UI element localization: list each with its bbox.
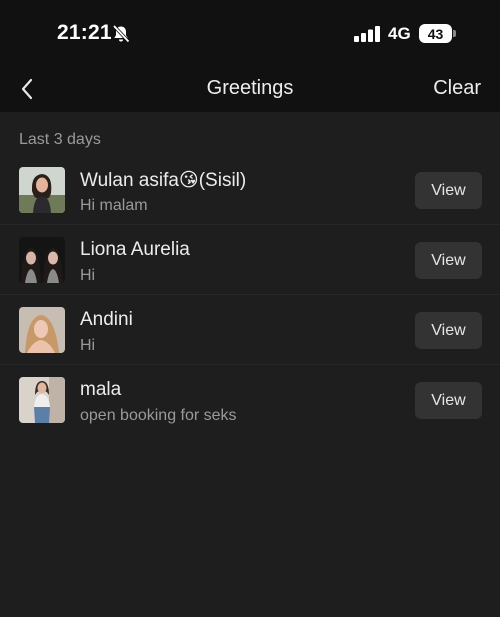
battery-level: 43 (419, 24, 452, 43)
sender-name: Wulan asifa😘(Sisil) (80, 170, 247, 191)
sender-name: Andini (80, 309, 133, 330)
battery-icon: 43 (419, 24, 457, 43)
clear-button[interactable]: Clear (433, 77, 481, 100)
battery-tip (453, 30, 456, 37)
message-preview: Hi malam (80, 197, 148, 214)
message-preview: Hi (80, 267, 96, 284)
message-preview: open booking for seks (80, 407, 237, 424)
sender-name: mala (80, 379, 122, 400)
nav-bar: Greetings Clear (0, 66, 500, 112)
sender-name: Liona Aurelia (80, 239, 190, 260)
view-button[interactable]: View (415, 382, 482, 419)
section-header: Last 3 days (19, 131, 101, 148)
page-title: Greetings (206, 77, 294, 99)
list-item[interactable]: Liona Aurelia Hi View (0, 225, 500, 295)
view-button[interactable]: View (415, 172, 482, 209)
status-time: 21:21 (57, 21, 112, 44)
avatar[interactable] (19, 307, 65, 353)
avatar[interactable] (19, 377, 65, 423)
greetings-list: Wulan asifa😘(Sisil) Hi malam View Liona … (0, 155, 500, 435)
bell-off-icon (112, 24, 130, 43)
avatar[interactable] (19, 167, 65, 213)
list-item[interactable]: Wulan asifa😘(Sisil) Hi malam View (0, 155, 500, 225)
list-item[interactable]: Andini Hi View (0, 295, 500, 365)
network-type: 4G (388, 24, 411, 43)
view-button[interactable]: View (415, 312, 482, 349)
message-preview: Hi (80, 337, 96, 354)
status-bar: 21:21 4G 43 (0, 0, 500, 66)
signal-bars-icon (354, 26, 380, 42)
view-button[interactable]: View (415, 242, 482, 279)
avatar[interactable] (19, 237, 65, 283)
list-item[interactable]: mala open booking for seks View (0, 365, 500, 435)
